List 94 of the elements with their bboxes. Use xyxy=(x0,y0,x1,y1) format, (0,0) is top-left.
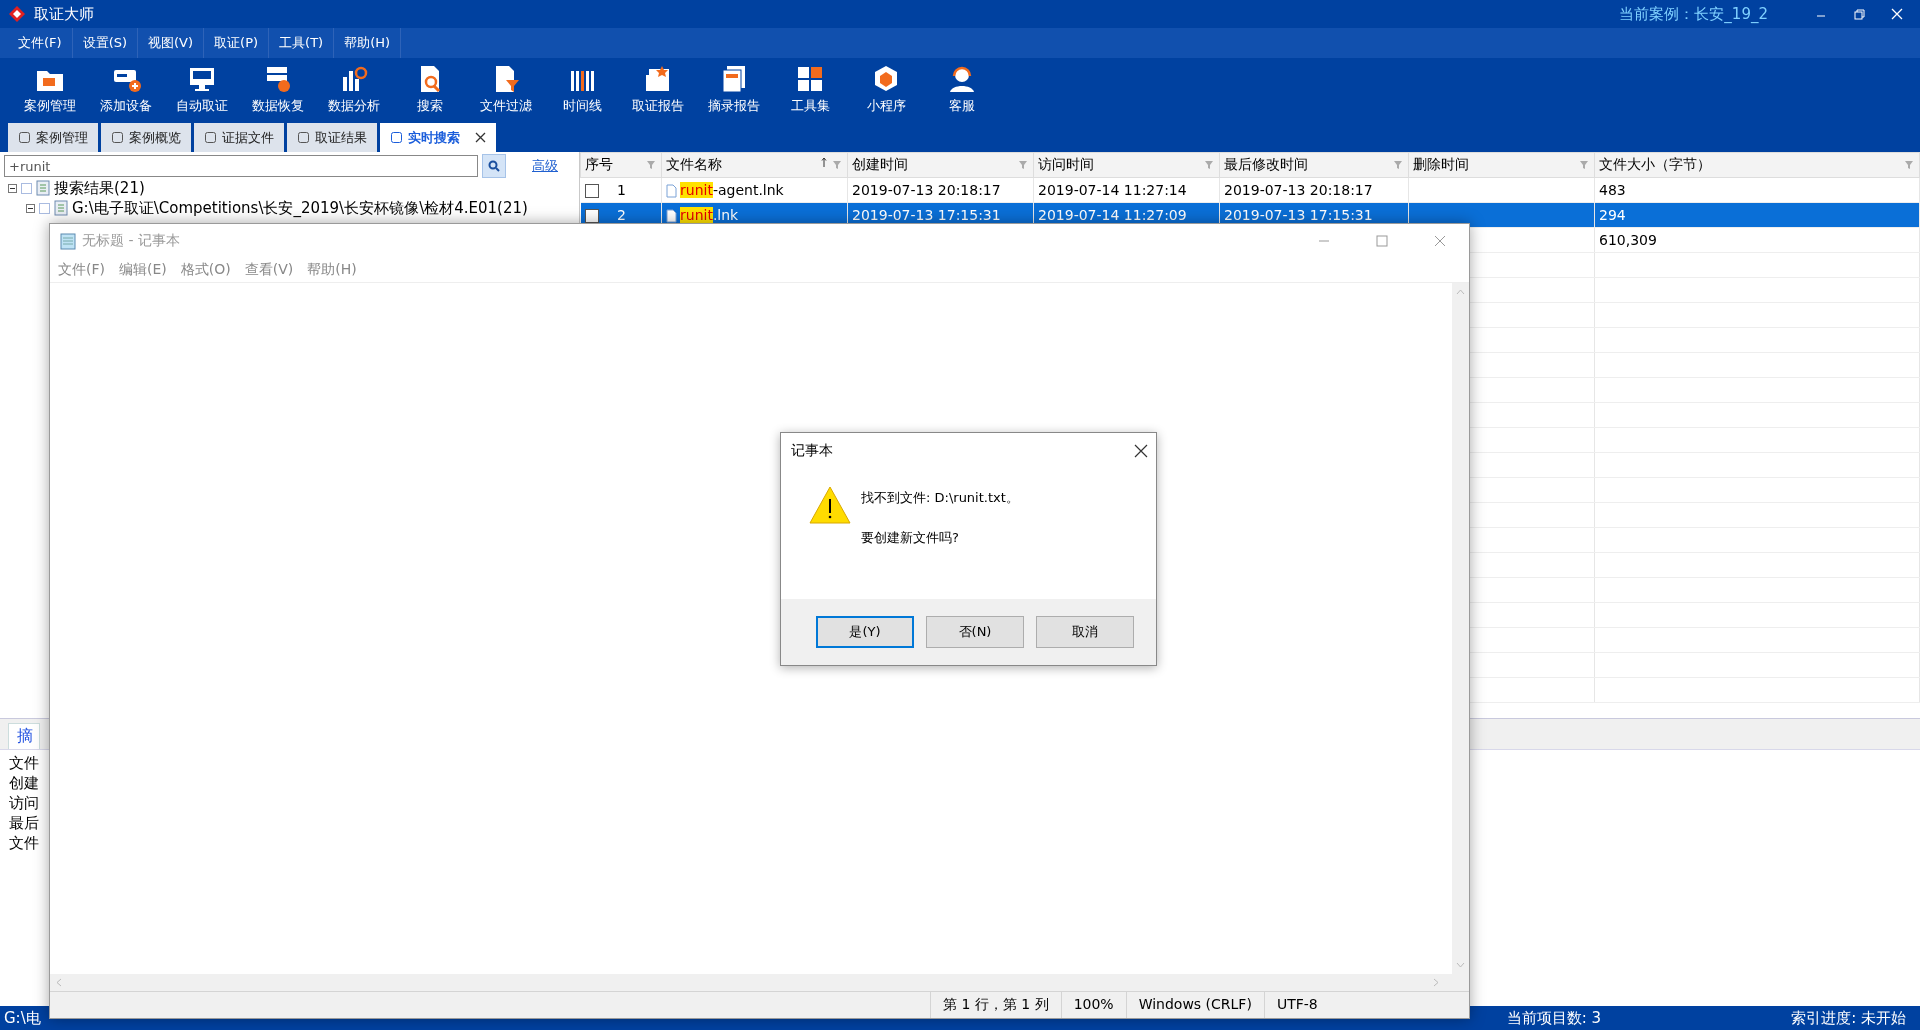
table-cell: 2019-07-14 11:27:14 xyxy=(1038,182,1187,198)
file-icon xyxy=(666,184,677,198)
table-cell: 2019-07-13 17:15:31 xyxy=(1224,207,1373,223)
index-status-text: 索引进度: 未开始 xyxy=(1791,1008,1906,1028)
table-cell: 2 xyxy=(616,207,626,223)
close-tab-icon[interactable] xyxy=(475,132,486,143)
table-cell: 2019-07-14 11:27:09 xyxy=(1038,207,1187,223)
menu-item[interactable]: 文件(F) xyxy=(58,261,105,279)
toolbar-button[interactable]: 自动取证 xyxy=(164,58,240,120)
toolbar-button[interactable]: 工具集 xyxy=(772,58,848,120)
tab[interactable]: 案例管理 xyxy=(8,123,98,152)
collapse-toggle[interactable] xyxy=(26,203,35,213)
table-cell: 2019-07-13 20:18:17 xyxy=(1224,182,1373,198)
tree-item[interactable]: 搜索结果(21) xyxy=(54,178,145,198)
scroll-up-icon[interactable] xyxy=(1456,289,1465,295)
filter-icon[interactable] xyxy=(833,161,841,169)
tab[interactable]: 案例概览 xyxy=(101,123,191,152)
window-title: 无标题 - 记事本 xyxy=(82,232,180,250)
column-header[interactable]: 文件名称 xyxy=(661,152,848,178)
field-label: 最后 xyxy=(9,814,40,833)
status-text: Windows (CRLF) xyxy=(1125,992,1264,1018)
collapse-toggle[interactable] xyxy=(8,183,17,193)
filter-icon[interactable] xyxy=(1905,161,1913,169)
tab[interactable]: 摘 xyxy=(8,723,40,749)
filter-icon[interactable] xyxy=(1394,161,1402,169)
advanced-link[interactable]: 高级 xyxy=(532,157,558,175)
menu-item[interactable]: 编辑(E) xyxy=(119,261,167,279)
warning-icon xyxy=(809,485,851,525)
filter-icon[interactable] xyxy=(1019,161,1027,169)
row-checkbox[interactable] xyxy=(584,184,599,198)
menu-item[interactable]: 查看(V) xyxy=(244,261,294,279)
table-cell: 610,309 xyxy=(1599,232,1657,248)
column-header[interactable]: 删除时间 xyxy=(1408,152,1595,178)
toolbar-button[interactable]: 数据分析 xyxy=(316,58,392,120)
table-cell: 1 xyxy=(616,182,626,198)
close-icon[interactable] xyxy=(1134,444,1148,458)
column-header[interactable]: 创建时间 xyxy=(847,152,1034,178)
notepad-icon xyxy=(60,232,76,250)
table-cell: 483 xyxy=(1599,182,1626,198)
search-field[interactable]: +runit xyxy=(4,155,478,177)
dialog-button[interactable]: 取消 xyxy=(1036,616,1134,648)
field-label: 文件 xyxy=(9,754,40,773)
dialog-question: 要创建新文件吗? xyxy=(861,529,960,547)
field-label: 文件 xyxy=(9,834,40,853)
toolbar-button[interactable]: 文件过滤 xyxy=(468,58,544,120)
status-text: 100% xyxy=(1060,992,1126,1018)
table-cell: 2019-07-13 20:18:17 xyxy=(852,182,1001,198)
toolbar-button[interactable]: 案例管理 xyxy=(12,58,88,120)
status-text: 第 1 行，第 1 列 xyxy=(930,992,1061,1018)
filter-icon[interactable] xyxy=(1580,161,1588,169)
table-cell: 294 xyxy=(1599,207,1626,223)
window-title: 取证大师 xyxy=(34,4,94,24)
scroll-down-icon[interactable] xyxy=(1456,962,1465,968)
column-header[interactable]: 序号 xyxy=(580,152,662,178)
tree-item[interactable]: G:\电子取证\Competitions\长安_2019\长安杯镜像\检材4.E01(21) xyxy=(72,198,528,218)
checkbox[interactable] xyxy=(21,182,32,194)
tab[interactable]: 实时搜索 xyxy=(380,123,496,152)
column-header[interactable]: 最后修改时间 xyxy=(1219,152,1409,178)
column-header[interactable]: 访问时间 xyxy=(1033,152,1220,178)
table-cell: 2019-07-13 17:15:31 xyxy=(852,207,1001,223)
toolbar-button[interactable]: 时间线 xyxy=(544,58,620,120)
dialog-button[interactable]: 否(N) xyxy=(926,616,1024,648)
toolbar-button[interactable]: 搜索 xyxy=(392,58,468,120)
row-checkbox[interactable] xyxy=(584,209,599,223)
tab[interactable]: 取证结果 xyxy=(287,123,377,152)
app-logo-icon xyxy=(8,5,26,23)
tab[interactable]: 证据文件 xyxy=(194,123,284,152)
document-icon xyxy=(36,180,50,196)
filter-icon[interactable] xyxy=(1205,161,1213,169)
toolbar-button[interactable]: 数据恢复 xyxy=(240,58,316,120)
file-path: G:\电 xyxy=(4,1008,41,1028)
scroll-right-icon[interactable] xyxy=(1433,978,1439,987)
document-icon xyxy=(54,200,68,216)
toolbar-button[interactable]: 取证报告 xyxy=(620,58,696,120)
filter-icon[interactable] xyxy=(647,161,655,169)
search-button[interactable] xyxy=(482,154,506,178)
sort-arrow-icon xyxy=(821,157,827,167)
item-count: 当前项目数: 3 xyxy=(1506,1008,1602,1028)
toolbar-button[interactable]: 客服 xyxy=(924,58,1000,120)
toolbar-button[interactable]: 小程序 xyxy=(848,58,924,120)
status-text: UTF-8 xyxy=(1263,992,1330,1018)
column-header[interactable]: 文件大小（字节） xyxy=(1594,152,1920,178)
checkbox[interactable] xyxy=(39,202,50,214)
menu-item[interactable]: 格式(O) xyxy=(180,261,231,279)
dialog-message: 找不到文件: D:\runit.txt。 xyxy=(861,489,1019,507)
field-label: 访问 xyxy=(9,794,40,813)
dialog-title: 记事本 xyxy=(791,442,833,460)
dialog-button[interactable]: 是(Y) xyxy=(816,616,914,648)
field-label: 创建 xyxy=(9,774,40,793)
scroll-left-icon[interactable] xyxy=(56,978,62,987)
toolbar-button[interactable]: 添加设备 xyxy=(88,58,164,120)
menu-item[interactable]: 帮助(H) xyxy=(307,261,357,279)
current-case-label: 当前案例：长安_19_2 xyxy=(1619,4,1768,24)
toolbar-button[interactable]: 摘录报告 xyxy=(696,58,772,120)
